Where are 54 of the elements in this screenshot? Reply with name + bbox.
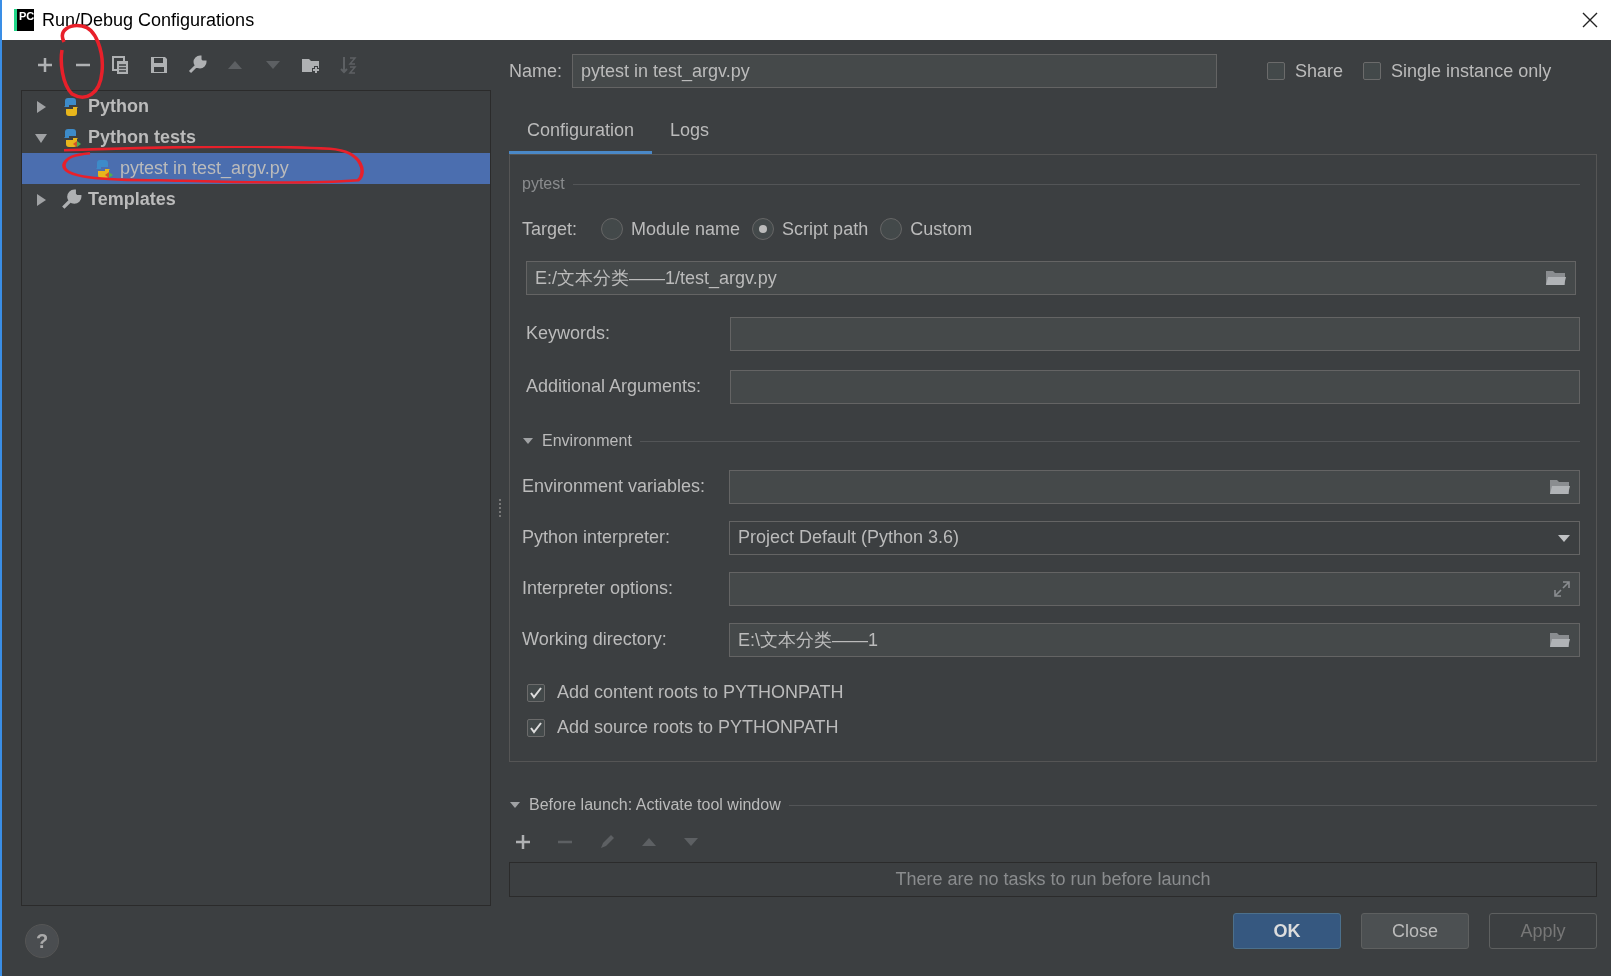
field-label: Additional Arguments: xyxy=(526,376,703,397)
checkbox-label: Add source roots to PYTHONPATH xyxy=(557,717,839,738)
radio-button[interactable] xyxy=(601,218,624,240)
close-icon[interactable] xyxy=(1581,11,1599,29)
dialog-button[interactable]: OK xyxy=(1233,913,1341,949)
tab[interactable]: Configuration xyxy=(509,110,653,154)
folder-icon[interactable] xyxy=(1549,630,1571,649)
tree-item[interactable]: Python xyxy=(22,91,490,122)
checkbox[interactable] xyxy=(1363,62,1382,80)
section-title: Environment xyxy=(542,432,632,450)
input-field[interactable] xyxy=(729,571,1580,606)
wrench-icon xyxy=(60,188,82,211)
tree-item[interactable]: Templates xyxy=(22,184,490,215)
input-field[interactable]: E:\文本分类——1 xyxy=(729,622,1580,657)
target-label: Target: xyxy=(522,218,578,240)
radio-button[interactable] xyxy=(752,218,775,240)
field-label: Keywords: xyxy=(526,323,612,344)
checkbox-label: Single instance only xyxy=(1391,60,1552,82)
empty-message: There are no tasks to run before launch xyxy=(895,869,1211,890)
name-field[interactable]: pytest in test_argv.py xyxy=(572,54,1217,88)
tree-item[interactable]: Python tests xyxy=(22,122,490,153)
radio-label: Module name xyxy=(631,218,741,240)
field-label: Interpreter options: xyxy=(522,578,675,599)
expand-arrow-icon[interactable] xyxy=(34,192,48,207)
splitter-handle[interactable] xyxy=(498,498,502,518)
tab[interactable]: Logs xyxy=(652,110,728,154)
checkbox-label: Share xyxy=(1295,60,1344,82)
dialog-button[interactable]: Close xyxy=(1361,913,1469,949)
expand-icon[interactable] xyxy=(1553,579,1571,598)
radio-button[interactable] xyxy=(880,218,903,240)
app-logo: PC xyxy=(14,9,34,31)
folder-icon[interactable] xyxy=(1549,477,1571,496)
expand-arrow-icon[interactable] xyxy=(34,99,48,114)
field-label: Python interpreter: xyxy=(522,527,672,548)
dropdown[interactable]: Project Default (Python 3.6) xyxy=(729,520,1580,555)
radio-label: Script path xyxy=(782,218,869,240)
field-label: Working directory: xyxy=(522,629,668,650)
section-title: pytest xyxy=(522,175,565,193)
radio-label: Custom xyxy=(910,218,973,240)
field-label: Environment variables: xyxy=(522,476,707,497)
checkbox[interactable] xyxy=(1267,62,1285,80)
folder-icon[interactable] xyxy=(1545,269,1567,287)
input-field[interactable] xyxy=(730,316,1580,351)
checkbox[interactable] xyxy=(527,718,545,737)
checkbox-label: Add content roots to PYTHONPATH xyxy=(557,682,844,703)
section-title: Before launch: Activate tool window xyxy=(529,796,781,814)
script-path-field[interactable]: E:/文本分类——1/test_argv.py xyxy=(526,261,1576,295)
dropdown-caret-icon[interactable] xyxy=(1557,532,1571,543)
checkbox[interactable] xyxy=(527,683,545,702)
input-field[interactable] xyxy=(729,469,1580,504)
help-button[interactable]: ? xyxy=(25,924,59,958)
name-label: Name: xyxy=(509,60,562,82)
input-field[interactable] xyxy=(730,369,1580,404)
window-title: Run/Debug Configurations xyxy=(42,9,256,31)
